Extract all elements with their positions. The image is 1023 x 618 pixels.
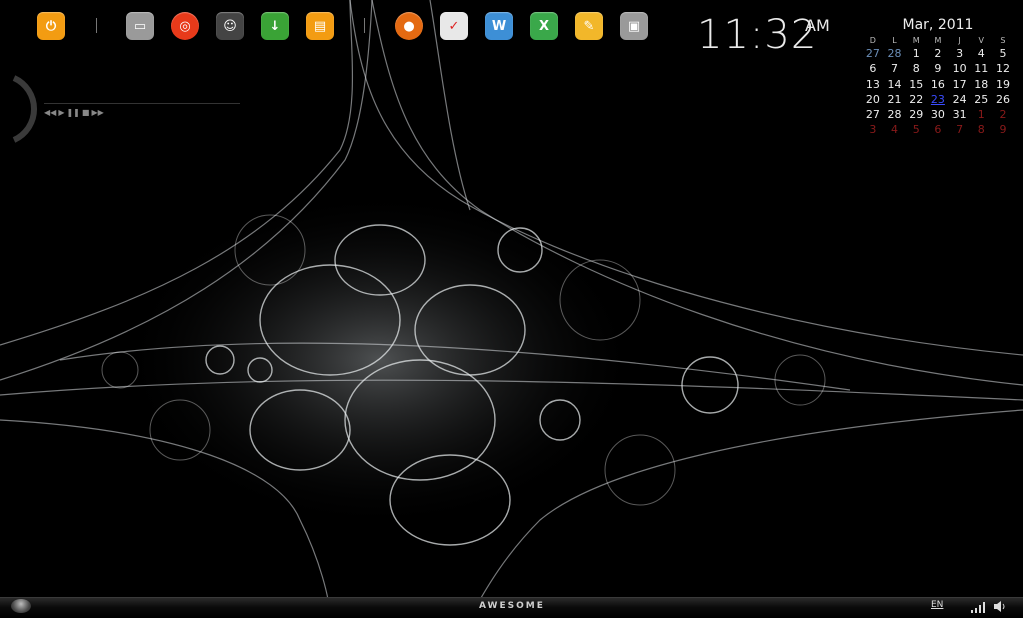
calendar-day[interactable]: 24 bbox=[949, 92, 971, 107]
rings-icon: ◎ bbox=[179, 18, 191, 34]
calendar-day[interactable]: 29 bbox=[905, 107, 927, 122]
calendar-day[interactable]: 22 bbox=[905, 92, 927, 107]
pdf-icon: ✓ bbox=[448, 18, 460, 34]
calendar-day[interactable]: 3 bbox=[862, 122, 884, 137]
calendar-day[interactable]: 31 bbox=[949, 107, 971, 122]
clock-widget: 11:32 AM bbox=[697, 12, 830, 58]
messenger-icon: ☺ bbox=[223, 18, 237, 34]
calendar-day[interactable]: 1 bbox=[970, 107, 992, 122]
clock-ampm: AM bbox=[805, 16, 830, 35]
calendar-day[interactable]: 8 bbox=[970, 122, 992, 137]
forward-icon[interactable]: ▶▶ bbox=[91, 108, 103, 117]
firefox-icon: ● bbox=[403, 18, 415, 34]
calendar-day[interactable]: 5 bbox=[992, 46, 1014, 61]
calendar-day[interactable]: 26 bbox=[992, 92, 1014, 107]
calendar-day[interactable]: 18 bbox=[970, 77, 992, 92]
calendar-day[interactable]: 9 bbox=[992, 122, 1014, 137]
calendar-day-today[interactable]: 23 bbox=[927, 92, 949, 107]
calendar-day[interactable]: 11 bbox=[970, 61, 992, 76]
acrobat-button[interactable]: ✓ bbox=[440, 12, 468, 40]
calendar-day[interactable]: 28 bbox=[884, 46, 906, 61]
rewind-icon[interactable]: ◀◀ bbox=[44, 108, 56, 117]
calendar-day[interactable]: 1 bbox=[905, 46, 927, 61]
pause-icon[interactable]: ❚❚ bbox=[66, 108, 79, 117]
terminal-icon: ▣ bbox=[627, 18, 641, 34]
calendar-day[interactable]: 25 bbox=[970, 92, 992, 107]
firefox-button[interactable]: ● bbox=[395, 12, 423, 40]
power-icon: ⏻ bbox=[45, 18, 57, 34]
terminal-button[interactable]: ▣ bbox=[620, 12, 648, 40]
calendar-day[interactable]: 14 bbox=[884, 77, 906, 92]
calendar-day[interactable]: 12 bbox=[992, 61, 1014, 76]
media-player-widget: ◀◀ ▶ ❚❚ ■ ▶▶ bbox=[0, 72, 250, 147]
folder-icon: ▤ bbox=[313, 18, 327, 34]
folder-button[interactable]: ▤ bbox=[306, 12, 334, 40]
calendar-day[interactable]: 2 bbox=[927, 46, 949, 61]
calendar-day[interactable]: 2 bbox=[992, 107, 1014, 122]
messenger-button[interactable]: ☺ bbox=[216, 12, 244, 40]
signal-icon[interactable] bbox=[970, 601, 986, 613]
calendar-day[interactable]: 8 bbox=[905, 61, 927, 76]
calendar-day[interactable]: 21 bbox=[884, 92, 906, 107]
calendar-day[interactable]: 9 bbox=[927, 61, 949, 76]
dock-separator bbox=[364, 18, 365, 33]
calendar-weekday: M bbox=[934, 36, 942, 45]
calendar-weekday: L bbox=[892, 36, 897, 45]
notes-button[interactable]: ✎ bbox=[575, 12, 603, 40]
clock-time: 11:32 bbox=[697, 12, 818, 58]
calendar-month: Mar, 2011 bbox=[902, 17, 974, 33]
excel-button[interactable]: X bbox=[530, 12, 558, 40]
calendar-day[interactable]: 28 bbox=[884, 107, 906, 122]
media-dial[interactable] bbox=[0, 72, 50, 152]
calendar-day[interactable]: 27 bbox=[862, 107, 884, 122]
download-icon: ↓ bbox=[269, 18, 281, 34]
calendar-day[interactable]: 4 bbox=[970, 46, 992, 61]
calendar-day[interactable]: 5 bbox=[905, 122, 927, 137]
volume-icon[interactable] bbox=[993, 600, 1007, 613]
calendar-weekday: D bbox=[869, 36, 876, 45]
calendar-weekday: J bbox=[958, 36, 961, 45]
taskbar-title: AWESOME bbox=[479, 601, 545, 611]
calendar-day[interactable]: 7 bbox=[949, 122, 971, 137]
calendar-day[interactable]: 20 bbox=[862, 92, 884, 107]
calendar-day[interactable]: 13 bbox=[862, 77, 884, 92]
stop-icon[interactable]: ■ bbox=[82, 108, 90, 117]
media-controls: ◀◀ ▶ ❚❚ ■ ▶▶ bbox=[44, 108, 104, 117]
calendar-grid: D L M M J V S 27 28 1 2 3 4 5 6 7 8 9 10 11 12 13 14 15 16 17 18 19… bbox=[862, 35, 1014, 138]
calendar-weekday: V bbox=[978, 36, 985, 45]
play-icon[interactable]: ▶ bbox=[58, 108, 64, 117]
calendar-day[interactable]: 6 bbox=[862, 61, 884, 76]
notes-icon: ✎ bbox=[583, 18, 595, 34]
calendar-widget: Mar, 2011 D L M M J V S 27 28 1 2 3 4 5 6 7 8 9 10 11 12 13 14… bbox=[862, 17, 1014, 138]
rings-button[interactable]: ◎ bbox=[171, 12, 199, 40]
calendar-day[interactable]: 6 bbox=[927, 122, 949, 137]
language-indicator[interactable]: EN bbox=[931, 600, 943, 610]
excel-icon: X bbox=[538, 18, 550, 34]
dock-separator bbox=[96, 18, 97, 33]
calendar-day[interactable]: 7 bbox=[884, 61, 906, 76]
computer-button[interactable]: ▭ bbox=[126, 12, 154, 40]
word-icon: W bbox=[491, 18, 507, 34]
computer-icon: ▭ bbox=[133, 18, 147, 34]
calendar-day[interactable]: 16 bbox=[927, 77, 949, 92]
download-button[interactable]: ↓ bbox=[261, 12, 289, 40]
calendar-day[interactable]: 10 bbox=[949, 61, 971, 76]
calendar-day[interactable]: 4 bbox=[884, 122, 906, 137]
calendar-day[interactable]: 27 bbox=[862, 46, 884, 61]
start-button[interactable] bbox=[11, 599, 31, 613]
taskbar: AWESOME EN bbox=[0, 597, 1023, 618]
calendar-day[interactable]: 3 bbox=[949, 46, 971, 61]
calendar-day[interactable]: 19 bbox=[992, 77, 1014, 92]
calendar-day[interactable]: 30 bbox=[927, 107, 949, 122]
calendar-day[interactable]: 15 bbox=[905, 77, 927, 92]
power-button[interactable]: ⏻ bbox=[37, 12, 65, 40]
calendar-weekday: S bbox=[1000, 36, 1006, 45]
calendar-day[interactable]: 17 bbox=[949, 77, 971, 92]
word-button[interactable]: W bbox=[485, 12, 513, 40]
media-progress-line[interactable] bbox=[44, 103, 240, 104]
calendar-weekday: M bbox=[912, 36, 920, 45]
